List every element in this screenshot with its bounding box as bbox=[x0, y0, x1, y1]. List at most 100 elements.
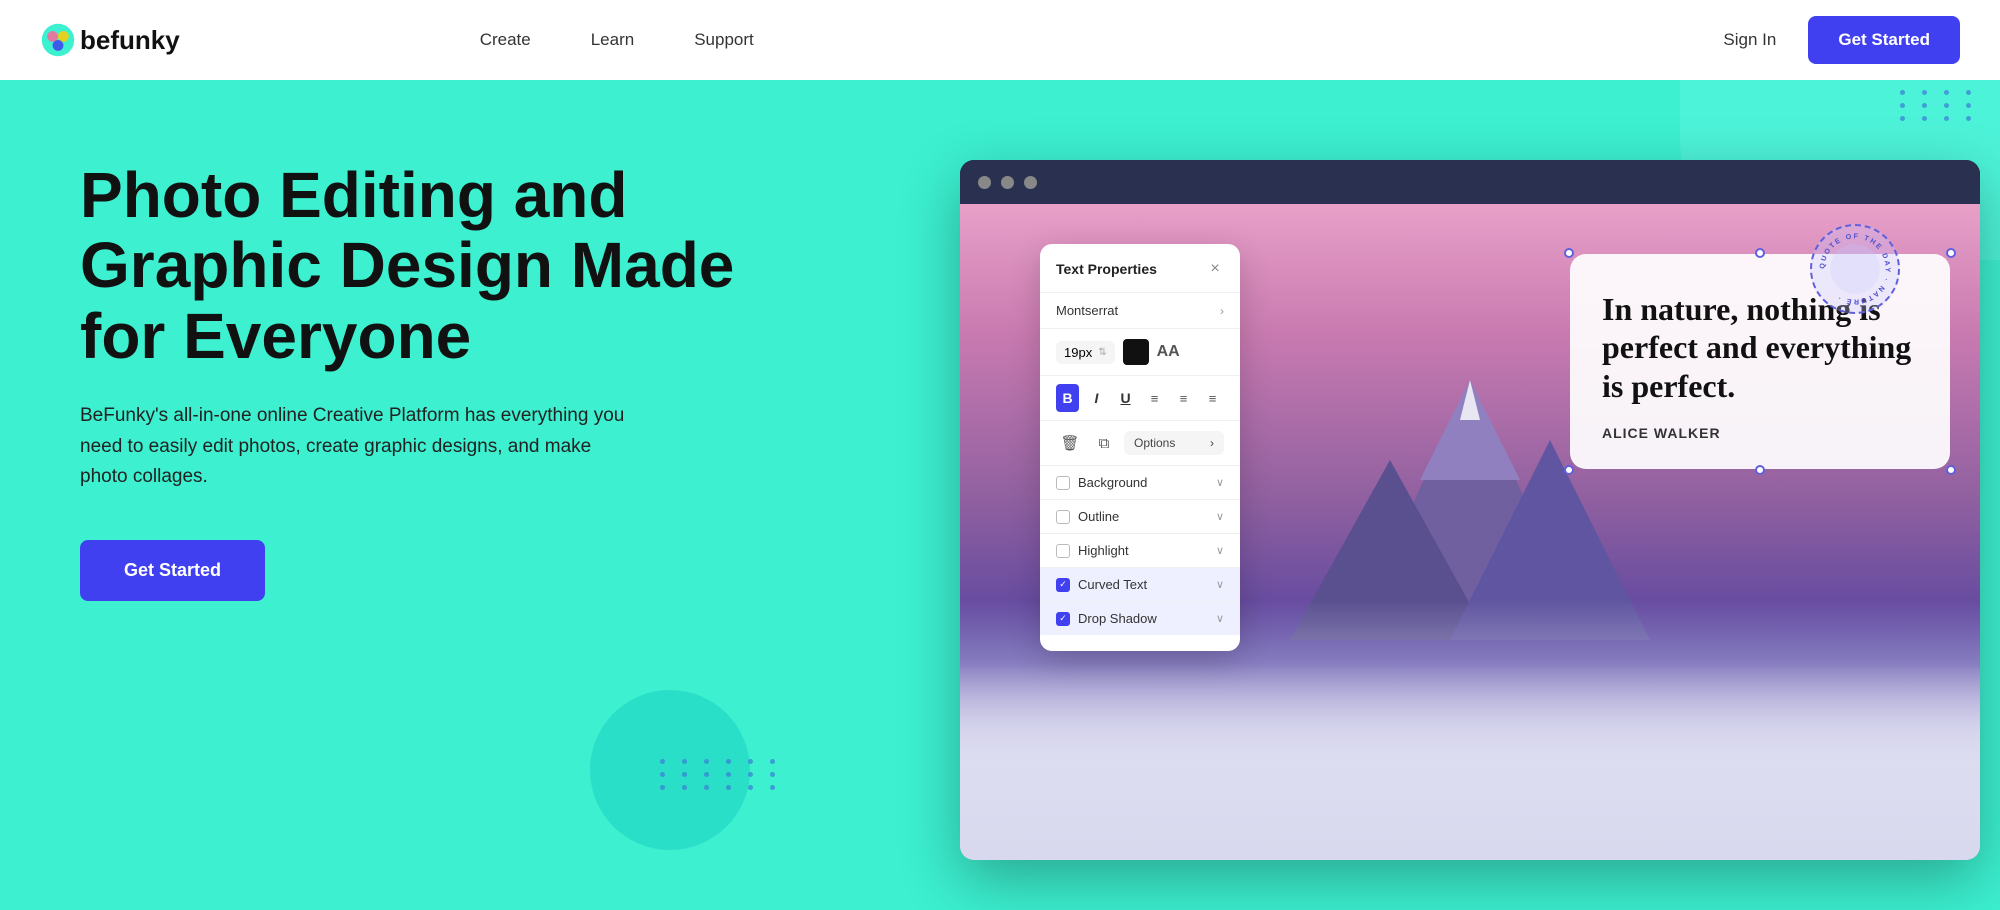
align-left-button[interactable]: ≡ bbox=[1143, 384, 1166, 412]
curved-text-option-label: Curved Text bbox=[1078, 577, 1147, 592]
font-selector-row[interactable]: Montserrat › bbox=[1040, 293, 1240, 329]
dot bbox=[1900, 90, 1905, 95]
highlight-option-label-row: Highlight bbox=[1056, 543, 1129, 558]
drop-shadow-option-row[interactable]: ✓ Drop Shadow ∨ bbox=[1040, 602, 1240, 635]
nav-links: Create Learn Support bbox=[480, 30, 754, 50]
panel-title: Text Properties bbox=[1056, 261, 1157, 277]
dot bbox=[726, 759, 731, 764]
bold-button[interactable]: B bbox=[1056, 384, 1079, 412]
browser-bar bbox=[960, 160, 1980, 204]
drop-shadow-chevron-icon: ∨ bbox=[1216, 612, 1224, 625]
dot bbox=[682, 785, 687, 790]
drop-shadow-checkbox[interactable]: ✓ bbox=[1056, 612, 1070, 626]
dot bbox=[704, 759, 709, 764]
logo-text: befunky bbox=[80, 25, 180, 56]
outline-option-row[interactable]: Outline ∨ bbox=[1040, 500, 1240, 534]
browser-dot-2 bbox=[1001, 176, 1014, 189]
curved-text-option-row[interactable]: ✓ Curved Text ∨ bbox=[1040, 568, 1240, 602]
dot bbox=[1966, 103, 1971, 108]
nav-learn[interactable]: Learn bbox=[591, 30, 634, 49]
highlight-chevron-icon: ∨ bbox=[1216, 544, 1224, 557]
dot bbox=[660, 772, 665, 777]
size-arrows-icon: ⇅ bbox=[1098, 347, 1106, 358]
dots-grid-right bbox=[1900, 90, 1980, 121]
selection-handle bbox=[1755, 248, 1765, 258]
outline-option-label: Outline bbox=[1078, 509, 1119, 524]
panel-close-button[interactable]: × bbox=[1206, 260, 1224, 278]
highlight-option-row[interactable]: Highlight ∨ bbox=[1040, 534, 1240, 568]
dot bbox=[1900, 103, 1905, 108]
background-checkbox[interactable] bbox=[1056, 476, 1070, 490]
dot bbox=[770, 759, 775, 764]
outline-chevron-icon: ∨ bbox=[1216, 510, 1224, 523]
drop-shadow-option-label-row: ✓ Drop Shadow bbox=[1056, 611, 1157, 626]
navbar: befunky Create Learn Support Sign In Get… bbox=[0, 0, 2000, 80]
align-right-button[interactable]: ≡ bbox=[1201, 384, 1224, 412]
curved-text-chevron-icon: ∨ bbox=[1216, 578, 1224, 591]
browser-dot-1 bbox=[978, 176, 991, 189]
curved-text-option-label-row: ✓ Curved Text bbox=[1056, 577, 1147, 592]
curved-text-checkbox[interactable]: ✓ bbox=[1056, 578, 1070, 592]
logo[interactable]: befunky bbox=[40, 22, 180, 58]
underline-button[interactable]: U bbox=[1114, 384, 1137, 412]
text-properties-panel: Text Properties × Montserrat › 19px ⇅ bbox=[1040, 244, 1240, 651]
navbar-get-started-button[interactable]: Get Started bbox=[1808, 16, 1960, 64]
drop-shadow-option-label: Drop Shadow bbox=[1078, 611, 1157, 626]
dot bbox=[748, 785, 753, 790]
dot bbox=[770, 785, 775, 790]
dot bbox=[1966, 90, 1971, 95]
browser-content: QUOTE OF THE DAY · NATURE · In nature, n… bbox=[960, 204, 1980, 860]
browser-dot-3 bbox=[1024, 176, 1037, 189]
dot bbox=[726, 785, 731, 790]
selection-handle bbox=[1755, 465, 1765, 475]
dot bbox=[1966, 116, 1971, 121]
dot bbox=[660, 759, 665, 764]
hero-left: Photo Editing and Graphic Design Made fo… bbox=[80, 160, 760, 601]
quote-card: QUOTE OF THE DAY · NATURE · In nature, n… bbox=[1570, 254, 1950, 469]
background-option-label: Background bbox=[1078, 475, 1147, 490]
font-name-label: Montserrat bbox=[1056, 303, 1118, 318]
dot bbox=[704, 772, 709, 777]
nav-right: Sign In Get Started bbox=[1723, 16, 1960, 64]
align-center-button[interactable]: ≡ bbox=[1172, 384, 1195, 412]
nav-create[interactable]: Create bbox=[480, 30, 531, 49]
dot bbox=[1944, 116, 1949, 121]
font-chevron-icon: › bbox=[1220, 304, 1224, 318]
nav-support[interactable]: Support bbox=[694, 30, 754, 49]
dot bbox=[682, 772, 687, 777]
options-button[interactable]: Options › bbox=[1124, 431, 1224, 455]
dot bbox=[682, 759, 687, 764]
sign-in-link[interactable]: Sign In bbox=[1723, 30, 1776, 50]
duplicate-icon[interactable]: ⧉ bbox=[1090, 429, 1118, 457]
hero-right: QUOTE OF THE DAY · NATURE · In nature, n… bbox=[900, 140, 2000, 910]
italic-button[interactable]: I bbox=[1085, 384, 1108, 412]
dot bbox=[1944, 90, 1949, 95]
hero-title: Photo Editing and Graphic Design Made fo… bbox=[80, 160, 760, 371]
text-tools-row: 🗑 ⧉ Options › bbox=[1040, 421, 1240, 466]
selection-handle bbox=[1564, 248, 1574, 258]
panel-header: Text Properties × bbox=[1040, 260, 1240, 293]
color-swatch[interactable] bbox=[1123, 339, 1149, 365]
background-chevron-icon: ∨ bbox=[1216, 476, 1224, 489]
text-case-icon[interactable]: AA bbox=[1157, 343, 1180, 361]
font-size-input[interactable]: 19px ⇅ bbox=[1056, 341, 1115, 364]
highlight-checkbox[interactable] bbox=[1056, 544, 1070, 558]
font-size-value: 19px bbox=[1064, 345, 1092, 360]
dot bbox=[1922, 103, 1927, 108]
hero-cta-button[interactable]: Get Started bbox=[80, 540, 265, 601]
dot bbox=[1900, 116, 1905, 121]
logo-icon bbox=[40, 22, 76, 58]
outline-option-label-row: Outline bbox=[1056, 509, 1119, 524]
dot bbox=[770, 772, 775, 777]
dot bbox=[704, 785, 709, 790]
background-option-row[interactable]: Background ∨ bbox=[1040, 466, 1240, 500]
dots-grid bbox=[660, 759, 784, 790]
delete-icon[interactable]: 🗑 bbox=[1056, 429, 1084, 457]
hero-subtitle: BeFunky's all-in-one online Creative Pla… bbox=[80, 401, 640, 492]
dot bbox=[1922, 90, 1927, 95]
hero-section: Photo Editing and Graphic Design Made fo… bbox=[0, 80, 2000, 910]
dot bbox=[660, 785, 665, 790]
outline-checkbox[interactable] bbox=[1056, 510, 1070, 524]
text-format-row: B I U ≡ ≡ ≡ bbox=[1040, 376, 1240, 421]
options-label: Options bbox=[1134, 436, 1175, 450]
